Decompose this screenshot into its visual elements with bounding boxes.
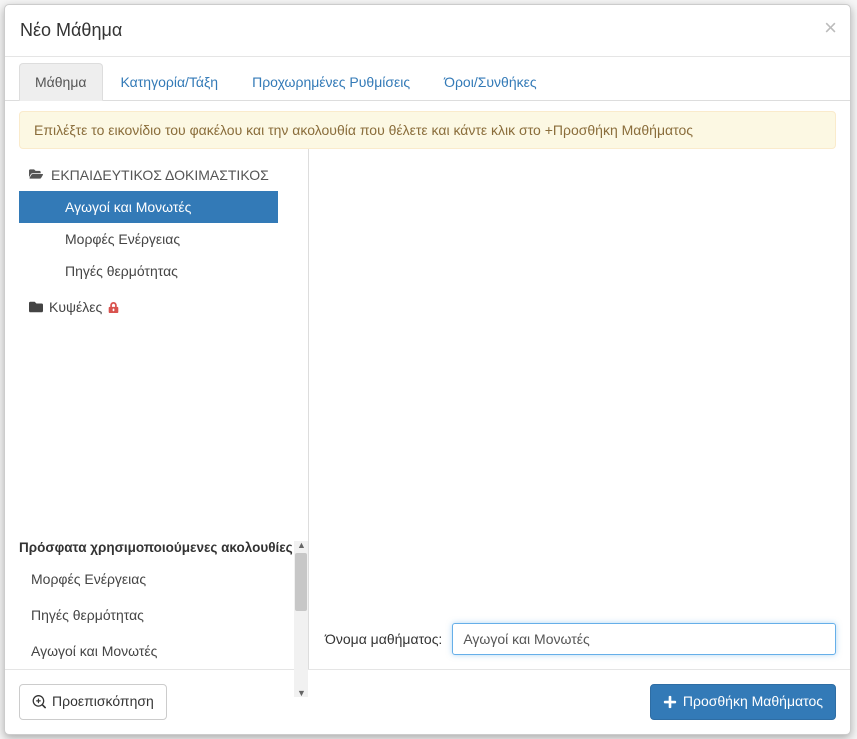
scroll-down-icon: ▼ — [297, 688, 306, 698]
tree-children: Αγωγοί και Μονωτές Μορφές Ενέργειας Πηγέ… — [19, 191, 308, 287]
scroll-up-icon: ▲ — [297, 540, 306, 550]
tree-item-label: Πηγές θερμότητας — [65, 263, 178, 279]
modal-header: Νέο Μάθημα × — [5, 5, 850, 57]
recent-item[interactable]: Πηγές θερμότητας — [19, 597, 308, 633]
recent-sequences: Πρόσφατα χρησιμοποιούμενες ακολουθίες Μο… — [19, 535, 308, 669]
tree-item-selected[interactable]: Αγωγοί και Μονωτές — [19, 191, 278, 223]
right-pane: Όνομα μαθήματος: — [309, 149, 836, 669]
tab-lesson[interactable]: Μάθημα — [19, 63, 103, 101]
tab-terms[interactable]: Όροι/Συνθήκες — [428, 63, 552, 101]
folder-tree: ΕΚΠΑΙΔΕΥΤΙΚΟΣ ΔΟΚΙΜΑΣΤΙΚΟΣ Αγωγοί και Μο… — [19, 163, 308, 535]
tree-item[interactable]: Πηγές θερμότητας — [19, 255, 308, 287]
tree-root-label: ΕΚΠΑΙΔΕΥΤΙΚΟΣ ΔΟΚΙΜΑΣΤΙΚΟΣ — [51, 167, 269, 183]
left-pane: ΕΚΠΑΙΔΕΥΤΙΚΟΣ ΔΟΚΙΜΑΣΤΙΚΟΣ Αγωγοί και Μο… — [19, 149, 309, 669]
zoom-in-icon — [32, 695, 46, 709]
tree-root-folder[interactable]: ΕΚΠΑΙΔΕΥΤΙΚΟΣ ΔΟΚΙΜΑΣΤΙΚΟΣ — [19, 163, 308, 191]
modal-footer: Προεπισκόπηση Προσθήκη Μαθήματος — [5, 669, 850, 734]
info-alert: Επιλέξτε το εικονίδιο του φακέλου και τη… — [19, 111, 836, 149]
modal-body: ΕΚΠΑΙΔΕΥΤΙΚΟΣ ΔΟΚΙΜΑΣΤΙΚΟΣ Αγωγοί και Μο… — [19, 149, 836, 669]
tree-item-label: Μορφές Ενέργειας — [65, 231, 180, 247]
tree-item-label: Αγωγοί και Μονωτές — [65, 199, 191, 215]
modal-title: Νέο Μάθημα — [20, 20, 835, 41]
close-button[interactable]: × — [824, 17, 837, 39]
recent-item[interactable]: Αγωγοί και Μονωτές — [19, 633, 308, 669]
recent-list: Μορφές Ενέργειας Πηγές θερμότητας Αγωγοί… — [19, 561, 308, 669]
tree-item[interactable]: Μορφές Ενέργειας — [19, 223, 308, 255]
scrollbar[interactable]: ▲ ▼ — [294, 541, 308, 697]
preview-button-label: Προεπισκόπηση — [52, 692, 154, 712]
tab-category[interactable]: Κατηγορία/Τάξη — [105, 63, 235, 101]
recent-title: Πρόσφατα χρησιμοποιούμενες ακολουθίες — [19, 536, 308, 561]
add-lesson-button[interactable]: Προσθήκη Μαθήματος — [650, 684, 836, 720]
add-lesson-button-label: Προσθήκη Μαθήματος — [683, 692, 823, 712]
recent-item[interactable]: Μορφές Ενέργειας — [19, 561, 308, 597]
tree-leaf-label: Κυψέλες — [49, 299, 102, 315]
lock-icon — [108, 302, 119, 313]
preview-button[interactable]: Προεπισκόπηση — [19, 684, 167, 720]
lesson-name-row: Όνομα μαθήματος: — [325, 623, 836, 655]
close-icon: × — [824, 15, 837, 40]
lesson-name-input[interactable] — [452, 623, 836, 655]
lesson-name-label: Όνομα μαθήματος: — [325, 631, 442, 647]
scroll-thumb[interactable] — [295, 553, 307, 611]
modal-new-lesson: Νέο Μάθημα × Μάθημα Κατηγορία/Τάξη Προχω… — [4, 4, 851, 735]
tree-leaf-locked[interactable]: Κυψέλες — [19, 291, 308, 323]
tab-advanced[interactable]: Προχωρημένες Ρυθμίσεις — [236, 63, 426, 101]
folder-icon — [29, 300, 43, 314]
plus-icon — [663, 695, 677, 709]
folder-open-icon — [29, 167, 43, 181]
tab-bar: Μάθημα Κατηγορία/Τάξη Προχωρημένες Ρυθμί… — [5, 63, 850, 101]
